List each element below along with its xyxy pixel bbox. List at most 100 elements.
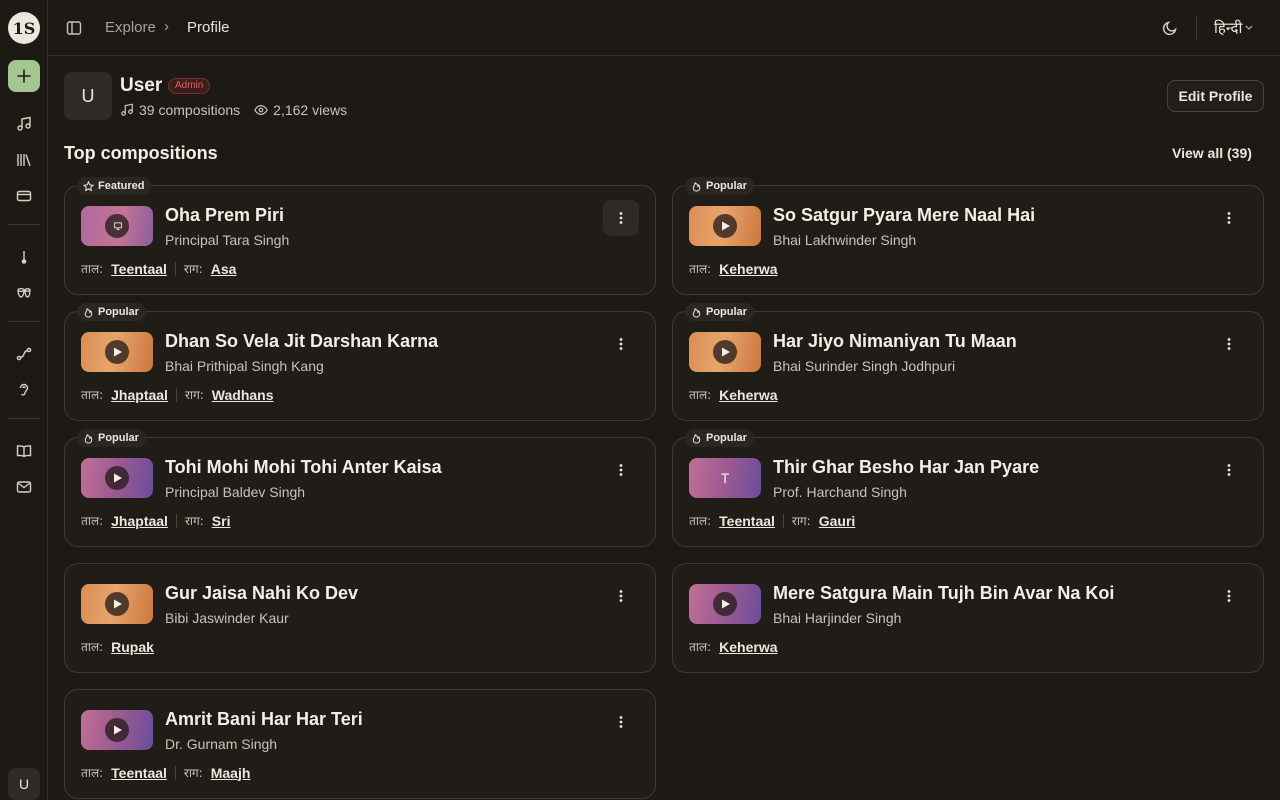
card-menu-button[interactable] — [1211, 200, 1247, 236]
breadcrumb-explore[interactable]: Explore — [105, 19, 156, 36]
card-tag-label: Popular — [706, 180, 747, 192]
card-menu-button[interactable] — [603, 578, 639, 614]
raag-link[interactable]: Sri — [212, 513, 231, 529]
sidebar-item-docs[interactable] — [8, 435, 40, 467]
composition-card[interactable]: Mere Satgura Main Tujh Bin Avar Na Koi Bh… — [672, 563, 1264, 673]
taal-link[interactable]: Keherwa — [719, 261, 777, 277]
play-icon — [114, 473, 122, 483]
raag-link[interactable]: Gauri — [819, 513, 856, 529]
view-all-link[interactable]: View all (39) — [1172, 145, 1252, 161]
sidebar-item-routes[interactable] — [8, 338, 40, 370]
edit-profile-button[interactable]: Edit Profile — [1167, 80, 1264, 112]
taal-link[interactable]: Jhaptaal — [111, 513, 168, 529]
user-avatar[interactable]: U — [8, 768, 40, 800]
profile-name: User — [120, 75, 163, 96]
composition-card[interactable]: Gur Jaisa Nahi Ko Dev Bibi Jaswinder Kaur… — [64, 563, 656, 673]
card-tag: Popular — [685, 177, 754, 195]
taal-link[interactable]: Teentaal — [111, 261, 167, 277]
card-menu-button[interactable] — [603, 704, 639, 740]
play-button[interactable] — [713, 340, 737, 364]
taal-link[interactable]: Jhaptaal — [111, 387, 168, 403]
card-icon — [16, 190, 32, 202]
more-vertical-icon — [619, 590, 623, 602]
views-count-text: 2,162 views — [273, 102, 348, 118]
card-menu-button[interactable] — [1211, 326, 1247, 362]
raag-link[interactable]: Asa — [211, 261, 237, 277]
taal-link[interactable]: Keherwa — [719, 639, 777, 655]
taal-link[interactable]: Teentaal — [719, 513, 775, 529]
composition-thumbnail[interactable] — [689, 584, 761, 624]
taal-link[interactable]: Keherwa — [719, 387, 777, 403]
language-selector[interactable]: हिन्दी — [1214, 18, 1242, 38]
composition-card[interactable]: Popular Tohi Mohi Mohi Tohi Anter Kaisa Pr… — [64, 429, 656, 547]
composition-meta: ताल: Jhaptaal राग: Sri — [81, 512, 230, 529]
theme-toggle-button[interactable] — [1161, 19, 1179, 37]
app-logo[interactable]: 1S — [8, 12, 40, 44]
composition-thumbnail[interactable] — [81, 206, 153, 246]
composition-thumbnail[interactable] — [81, 710, 153, 750]
taal-label: ताल: — [81, 640, 104, 654]
composition-title[interactable]: Mere Satgura Main Tujh Bin Avar Na Koi — [773, 583, 1114, 604]
sidebar-item-library[interactable] — [8, 144, 40, 176]
composition-title[interactable]: Gur Jaisa Nahi Ko Dev — [165, 583, 358, 604]
sidebar-item-tuner[interactable] — [8, 241, 40, 273]
toggle-sidebar-button[interactable] — [65, 19, 83, 37]
composition-thumbnail[interactable] — [81, 332, 153, 372]
composition-title[interactable]: So Satgur Pyara Mere Naal Hai — [773, 205, 1035, 226]
composition-card[interactable]: Popular Dhan So Vela Jit Darshan Karna Bha… — [64, 303, 656, 421]
composition-title[interactable]: Amrit Bani Har Har Teri — [165, 709, 363, 730]
card-menu-button[interactable] — [603, 200, 639, 236]
play-icon — [722, 599, 730, 609]
composition-meta: ताल: Jhaptaal राग: Wadhans — [81, 386, 274, 403]
play-button[interactable] — [105, 340, 129, 364]
compositions-count: 39 compositions — [120, 102, 240, 118]
taal-link[interactable]: Teentaal — [111, 765, 167, 781]
composition-card[interactable]: Featured Oha Prem Piri Principal Tara Sing… — [64, 177, 656, 295]
composition-card[interactable]: Popular T Thir Ghar Besho Har Jan Pyare Pro… — [672, 429, 1264, 547]
sidebar-divider — [8, 224, 40, 225]
play-button[interactable] — [105, 592, 129, 616]
raag-label: राग: — [791, 514, 811, 528]
composition-thumbnail[interactable]: T — [689, 458, 761, 498]
composition-thumbnail[interactable] — [81, 584, 153, 624]
composition-meta: ताल: Keherwa — [689, 260, 778, 277]
composition-title[interactable]: Thir Ghar Besho Har Jan Pyare — [773, 457, 1039, 478]
play-button[interactable] — [713, 214, 737, 238]
composition-card[interactable]: Popular Har Jiyo Nimaniyan Tu Maan Bhai Su… — [672, 303, 1264, 421]
composition-thumbnail[interactable] — [81, 458, 153, 498]
raag-link[interactable]: Maajh — [211, 765, 251, 781]
taal-link[interactable]: Rupak — [111, 639, 154, 655]
composition-card[interactable]: Amrit Bani Har Har Teri Dr. Gurnam Singh त… — [64, 689, 656, 799]
card-menu-button[interactable] — [1211, 452, 1247, 488]
section-title: Top compositions — [64, 143, 218, 163]
composition-title[interactable]: Oha Prem Piri — [165, 205, 284, 226]
play-icon — [722, 221, 730, 231]
sidebar-item-contact[interactable] — [8, 471, 40, 503]
raag-link[interactable]: Wadhans — [212, 387, 274, 403]
composition-thumbnail[interactable] — [689, 206, 761, 246]
preview-button[interactable] — [105, 214, 129, 238]
composition-title[interactable]: Tohi Mohi Mohi Tohi Anter Kaisa — [165, 457, 442, 478]
sidebar-item-billing[interactable] — [8, 180, 40, 212]
play-button[interactable] — [105, 466, 129, 490]
composition-artist: Principal Baldev Singh — [165, 484, 306, 500]
taal-label: ताल: — [689, 640, 712, 654]
composition-title[interactable]: Dhan So Vela Jit Darshan Karna — [165, 331, 438, 352]
play-button[interactable] — [105, 718, 129, 742]
new-composition-button[interactable] — [8, 60, 40, 92]
raag-label: राग: — [184, 514, 204, 528]
sidebar-item-ear-training[interactable] — [8, 374, 40, 406]
card-menu-button[interactable] — [603, 452, 639, 488]
composition-artist: Bhai Prithipal Singh Kang — [165, 358, 324, 374]
composition-title[interactable]: Har Jiyo Nimaniyan Tu Maan — [773, 331, 1017, 352]
sidebar-item-compositions[interactable] — [8, 108, 40, 140]
meta-divider — [175, 387, 177, 402]
composition-thumbnail[interactable] — [689, 332, 761, 372]
card-menu-button[interactable] — [1211, 578, 1247, 614]
music-note-icon — [17, 116, 31, 131]
route-icon — [16, 347, 32, 361]
composition-card[interactable]: Popular So Satgur Pyara Mere Naal Hai Bhai… — [672, 177, 1264, 295]
play-button[interactable] — [713, 592, 737, 616]
card-menu-button[interactable] — [603, 326, 639, 362]
sidebar-item-tabla[interactable] — [8, 277, 40, 309]
